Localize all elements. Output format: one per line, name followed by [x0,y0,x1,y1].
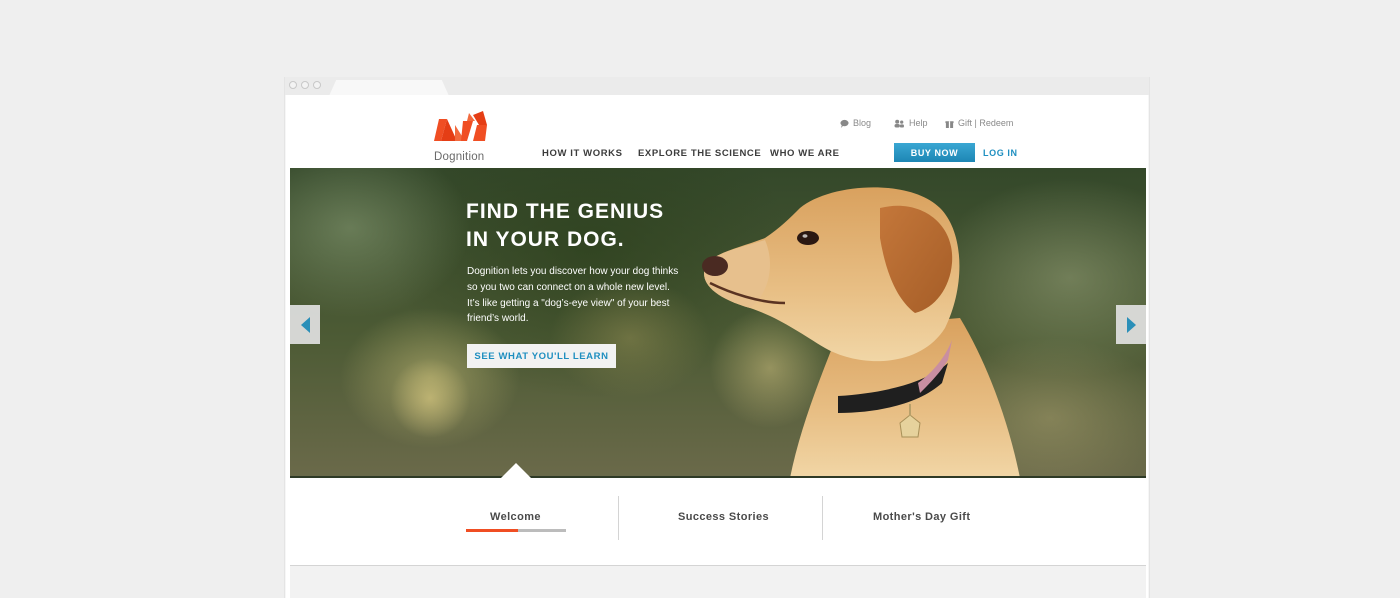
nav-who-we-are[interactable]: WHO WE ARE [770,148,840,159]
window-controls [289,81,321,89]
window-minimize-button[interactable] [301,81,309,89]
help-link[interactable]: Help [893,118,928,128]
hero-title-line-1: FIND THE GENIUS [466,200,665,223]
tab-welcome[interactable]: Welcome [490,511,541,523]
gift-label: Gift | Redeem [958,118,1014,128]
log-in-link[interactable]: LOG IN [983,148,1018,158]
tab-mothers-day-gift[interactable]: Mother's Day Gift [873,511,970,523]
buy-now-button[interactable]: BUY NOW [894,143,975,162]
window-close-button[interactable] [289,81,297,89]
help-label: Help [909,118,928,128]
blog-label: Blog [853,118,872,128]
people-icon [894,119,904,128]
next-section [290,566,1146,598]
tab-progress-bar [466,529,566,532]
gift-link[interactable]: Gift | Redeem [945,118,1013,128]
browser-tab[interactable] [329,80,449,96]
hero-title: FIND THE GENIUS IN YOUR DOG. [466,198,706,254]
chat-icon [840,119,849,128]
gift-icon [945,120,954,128]
tab-progress-fill [466,529,518,532]
dog-photo [702,187,1020,478]
active-slide-pointer [500,463,532,478]
hero-description: Dognition lets you discover how your dog… [467,266,679,325]
tab-success-stories[interactable]: Success Stories [678,511,769,523]
carousel-next-button[interactable] [1116,305,1146,344]
hero-carousel: FIND THE GENIUS IN YOUR DOG. Dognition l… [290,168,1146,478]
blog-link[interactable]: Blog [840,118,871,128]
see-what-youll-learn-button[interactable]: SEE WHAT YOU'LL LEARN [467,344,616,368]
nav-explore-the-science[interactable]: EXPLORE THE SCIENCE [638,148,761,159]
brand-name: Dognition [434,151,485,163]
window-maximize-button[interactable] [313,81,321,89]
web-page: Dognition Blog Help Gift | Redeem HOW IT… [286,95,1148,598]
nav-how-it-works[interactable]: HOW IT WORKS [542,148,623,159]
browser-window: Dognition Blog Help Gift | Redeem HOW IT… [284,77,1150,598]
carousel-prev-button[interactable] [290,305,320,344]
chevron-left-icon [300,316,310,333]
tab-divider [822,496,823,540]
hero-title-line-2: IN YOUR DOG. [466,228,625,251]
chevron-right-icon [1126,316,1136,333]
hero-bottom-border [290,476,1146,478]
browser-titlebar [285,77,1149,96]
tab-divider [618,496,619,540]
